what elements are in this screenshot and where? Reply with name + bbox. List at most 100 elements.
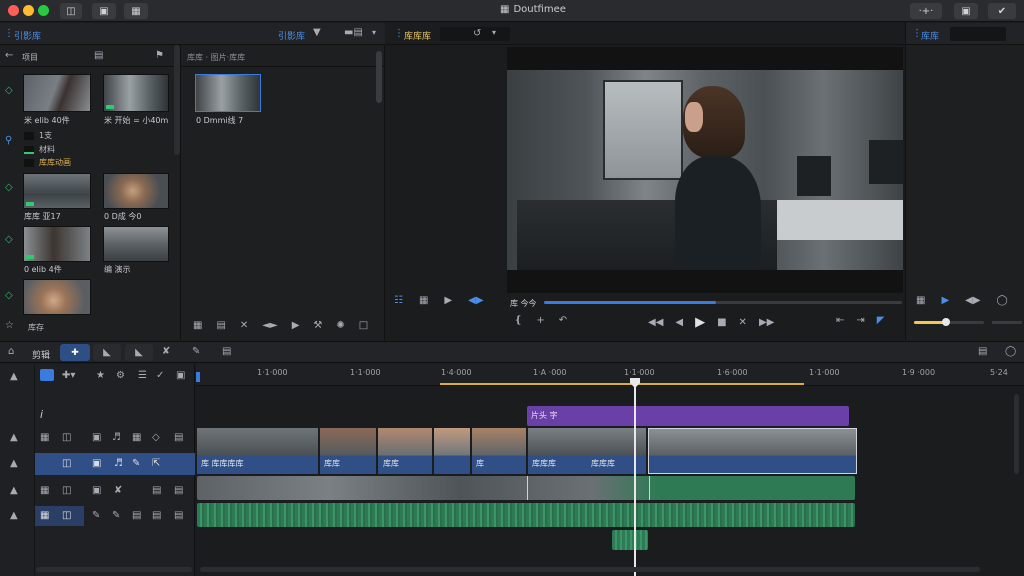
tools-icon[interactable]: ⚒ xyxy=(313,321,322,331)
subfolder-path[interactable]: 库库 · 图片·库库 xyxy=(187,52,245,63)
folder-item[interactable]: 1支 xyxy=(24,130,52,141)
flag-icon[interactable]: ◄► xyxy=(262,321,277,331)
dynamic-trim-button[interactable]: ◣ xyxy=(125,344,153,361)
timeline-options-icon[interactable]: ▤ xyxy=(978,347,987,357)
bin-name[interactable]: 项目 xyxy=(22,52,38,63)
add-marker-icon[interactable]: + xyxy=(536,316,544,326)
clip-thumbnail[interactable] xyxy=(103,74,169,112)
snap-icon[interactable]: ▤ xyxy=(222,347,231,357)
favorite-star-icon[interactable]: ☆ xyxy=(5,321,14,331)
video-frame[interactable] xyxy=(507,47,903,293)
step-forward-icon[interactable]: ✕ xyxy=(739,317,747,328)
trim-icon[interactable]: ◀▶ xyxy=(965,296,980,306)
settings-icon[interactable]: ⚙ xyxy=(116,371,125,381)
fullscreen-icon[interactable]: □ xyxy=(359,321,368,331)
folder-item[interactable]: 库库动画 xyxy=(24,157,71,168)
lock-icon[interactable]: ▦ xyxy=(40,511,49,521)
share-icon[interactable]: ▣ xyxy=(954,3,978,19)
list-icon[interactable]: ☰ xyxy=(138,371,147,381)
volume-slider-knob[interactable] xyxy=(941,318,950,326)
transform-icon[interactable]: ◯ xyxy=(997,296,1008,306)
list-view-icon[interactable]: ▤ xyxy=(94,51,103,61)
new-bin-icon[interactable]: ▤ xyxy=(216,321,225,331)
clip-thumbnail[interactable] xyxy=(103,173,169,209)
next-edit-icon[interactable]: ⇥ xyxy=(856,316,864,326)
close-window-icon[interactable] xyxy=(8,5,19,16)
audio-clip-small[interactable] xyxy=(612,530,648,550)
filter-icon[interactable]: ▼ xyxy=(313,28,321,38)
timeline-view-icon[interactable]: ◯ xyxy=(1005,347,1016,357)
effects-toggle-icon[interactable]: ▣ xyxy=(92,3,116,19)
chevron-down-icon[interactable]: ▾ xyxy=(372,29,376,37)
timeline-horizontal-scrollbar[interactable] xyxy=(200,567,980,572)
header-scrollbar[interactable] xyxy=(36,567,192,572)
blade-tool-icon[interactable]: ✘ xyxy=(162,347,170,357)
selection-tool-button[interactable]: ✚ xyxy=(60,344,90,361)
previous-edit-icon[interactable]: ⇤ xyxy=(836,316,844,326)
marker-icon[interactable]: ★ xyxy=(96,371,105,381)
delete-icon[interactable]: ✕ xyxy=(240,321,248,331)
track-auto-icon[interactable]: ⇱ xyxy=(152,459,160,469)
viewer-source-label[interactable]: 库库库 xyxy=(404,29,431,42)
solo-icon[interactable]: ▦ xyxy=(132,433,141,443)
sort-icon[interactable]: ⚑ xyxy=(155,51,164,61)
play-icon[interactable]: ▶ xyxy=(444,296,452,306)
fast-forward-icon[interactable]: ▶▶ xyxy=(759,317,774,328)
track-edit-icon[interactable]: ✎ xyxy=(132,459,140,469)
audio-track-1-clip[interactable] xyxy=(197,476,855,500)
grid-icon[interactable]: ▦ xyxy=(419,296,428,306)
track-view-icon[interactable]: ▣ xyxy=(92,459,101,469)
titlebar-button[interactable]: ·+· xyxy=(910,3,942,19)
edit-index-toggle-icon[interactable]: ▦ xyxy=(124,3,148,19)
solo-icon[interactable]: ▤ xyxy=(174,511,183,521)
timeline-vertical-scrollbar[interactable] xyxy=(1014,394,1019,474)
clip-thumbnail[interactable] xyxy=(23,226,91,262)
maximize-window-icon[interactable] xyxy=(38,5,49,16)
video-track-1-header[interactable]: ◫ ▣ ♬ ✎ ⇱ xyxy=(34,453,195,475)
meter-icon[interactable]: ▤ xyxy=(132,511,141,521)
inspector-dropdown[interactable] xyxy=(950,27,1006,41)
playhead-line[interactable] xyxy=(634,386,636,576)
crop-icon[interactable]: ▣ xyxy=(176,371,185,381)
volume-icon[interactable]: ✘ xyxy=(114,486,122,496)
eye-icon[interactable]: ◇ xyxy=(5,86,13,96)
trim-tool-button[interactable]: ◣ xyxy=(93,344,121,361)
subfolder-scrollbar[interactable] xyxy=(376,51,382,103)
eye-icon[interactable]: ◇ xyxy=(5,291,13,301)
import-icon[interactable]: ▦ xyxy=(193,321,202,331)
link-icon[interactable]: ◫ xyxy=(62,486,71,496)
link-icon[interactable]: ◫ xyxy=(62,433,71,443)
cursor-icon[interactable]: ▶ xyxy=(941,296,949,306)
selected-clip-thumbnail[interactable] xyxy=(195,74,261,112)
frame-icon[interactable]: ▣ xyxy=(92,486,101,496)
volume-slider[interactable] xyxy=(914,318,984,326)
bin-selector[interactable]: 引影库 xyxy=(278,29,305,42)
match-frame-icon[interactable]: ◀▶ xyxy=(468,296,483,306)
eye-icon[interactable]: ◇ xyxy=(5,235,13,245)
media-pool-toggle-icon[interactable]: ◫ xyxy=(60,3,82,19)
play-button-icon[interactable]: ▶ xyxy=(695,316,705,329)
title-clip[interactable]: 片头 字 xyxy=(527,406,849,426)
lock-icon[interactable]: ▦ xyxy=(40,433,49,443)
mute-icon[interactable]: ▤ xyxy=(152,511,161,521)
eye-icon[interactable]: ◇ xyxy=(5,183,13,193)
view-mode-icon[interactable]: ▬▤ xyxy=(344,28,363,38)
search-icon[interactable]: ⚲ xyxy=(5,136,12,146)
step-back-icon[interactable]: ◀ xyxy=(675,317,683,328)
layout-icon[interactable]: ▦ xyxy=(916,296,925,306)
viewer-scrubber[interactable] xyxy=(544,301,902,304)
mute-icon[interactable]: ▤ xyxy=(152,486,161,496)
frame-icon[interactable]: ▣ xyxy=(92,433,101,443)
audio-icon[interactable]: ♬ xyxy=(112,433,121,443)
selected-video-clip[interactable] xyxy=(648,428,857,474)
back-arrow-icon[interactable]: ← xyxy=(5,51,13,61)
mute-icon[interactable]: ▤ xyxy=(174,433,183,443)
undo-icon[interactable]: ↶ xyxy=(559,316,567,326)
safe-area-icon[interactable]: ☷ xyxy=(394,296,403,306)
video-clip[interactable] xyxy=(434,428,470,474)
clip-thumbnail[interactable] xyxy=(23,279,91,315)
inspector-tab[interactable]: 库库 xyxy=(921,29,939,42)
link-icon[interactable]: ◫ xyxy=(62,511,71,521)
zoom-icon[interactable]: ✚▾ xyxy=(62,371,75,381)
track-settings-icon[interactable]: ▲ xyxy=(10,372,18,382)
